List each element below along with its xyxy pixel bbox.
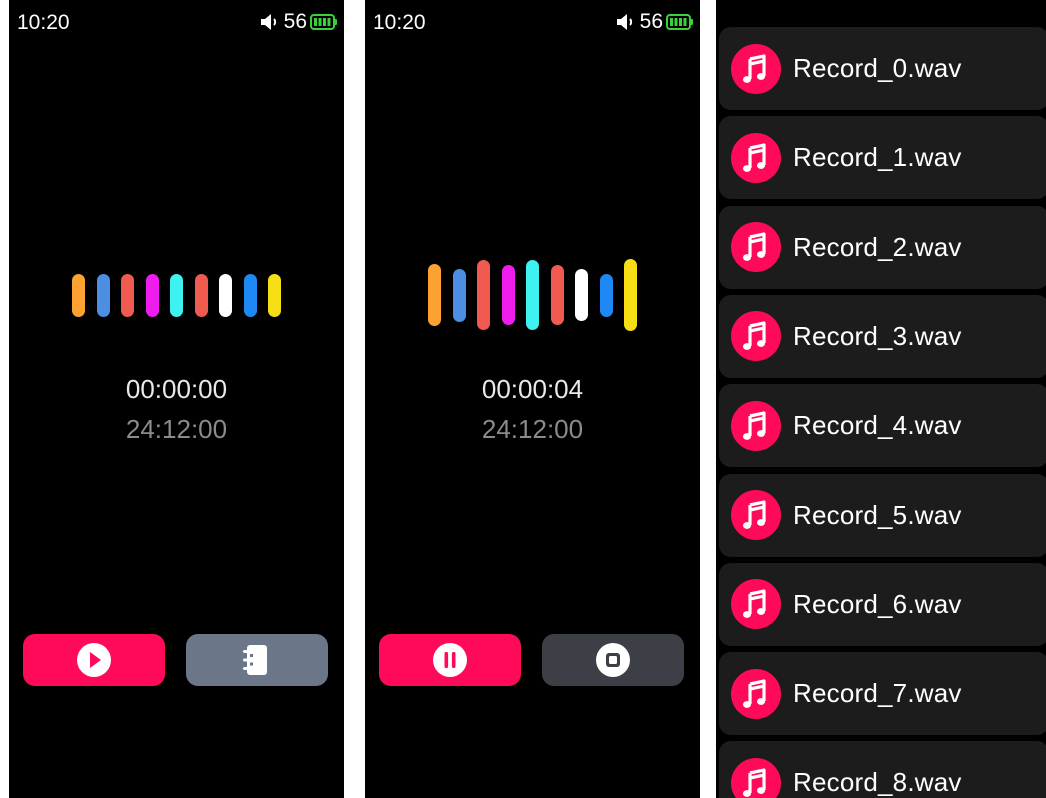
- list-icon: [243, 645, 267, 675]
- play-icon: [77, 643, 111, 677]
- status-indicators: 56: [259, 10, 338, 34]
- status-indicators: 56: [615, 10, 694, 34]
- music-note-icon: [731, 579, 781, 630]
- music-note-icon: [731, 132, 781, 183]
- recordings-list-button[interactable]: [186, 634, 328, 686]
- music-note-icon: [731, 757, 781, 798]
- status-bar: 10:20 56: [365, 0, 700, 44]
- recording-file-name: Record_1.wav: [793, 142, 962, 173]
- recording-file-name: Record_5.wav: [793, 499, 962, 530]
- waveform-bar: [170, 273, 183, 317]
- status-clock: 10:20: [17, 11, 70, 34]
- waveform: [365, 240, 700, 340]
- battery-icon: [310, 14, 337, 30]
- volume-level: 56: [639, 10, 663, 33]
- battery-icon: [666, 14, 693, 30]
- recording-item[interactable]: Record_1.wav: [719, 116, 1046, 200]
- waveform-bar: [428, 264, 441, 326]
- elapsed-time: 00:00:04: [481, 374, 584, 404]
- stop-button[interactable]: [542, 634, 684, 686]
- play-button[interactable]: [23, 634, 165, 686]
- waveform-bar: [599, 273, 613, 317]
- waveform-bar: [145, 273, 159, 317]
- recorder-recording-screen: 10:20 56 00:00:04 24:12:00: [365, 0, 700, 798]
- waveform-bar: [624, 259, 637, 331]
- waveform-bar: [477, 260, 490, 330]
- music-note-icon: [731, 400, 781, 451]
- status-bar: 10:20 56: [9, 0, 344, 44]
- remaining-time: 24:12:00: [125, 414, 228, 444]
- waveform-bar: [575, 269, 588, 321]
- recording-file-name: Record_2.wav: [793, 231, 962, 262]
- recording-item[interactable]: Record_2.wav: [719, 205, 1046, 289]
- pause-button[interactable]: [379, 634, 521, 686]
- recording-file-name: Record_3.wav: [793, 320, 962, 351]
- speaker-icon: [616, 14, 632, 30]
- waveform-bar: [501, 265, 515, 325]
- recording-item[interactable]: Record_6.wav: [719, 562, 1046, 646]
- recording-item[interactable]: Record_3.wav: [719, 294, 1046, 378]
- waveform-bar: [96, 273, 110, 317]
- music-note-icon: [731, 43, 781, 94]
- music-note-icon: [731, 490, 781, 540]
- volume-level: 56: [283, 10, 307, 33]
- recordings-list-screen: Record_0.wav Record_1.wav Record_2.wav Reco…: [716, 0, 1046, 798]
- music-note-icon: [731, 668, 781, 719]
- recording-file-name: Record_6.wav: [793, 588, 962, 619]
- waveform-bar: [72, 273, 85, 317]
- waveform-bar: [526, 260, 539, 330]
- music-note-icon: [731, 222, 781, 273]
- waveform-bar: [268, 273, 281, 317]
- recording-file-name: Record_8.wav: [793, 767, 962, 798]
- recording-item[interactable]: Record_5.wav: [719, 473, 1046, 557]
- waveform-bar: [243, 273, 257, 317]
- elapsed-time: 00:00:00: [125, 374, 228, 404]
- remaining-time: 24:12:00: [481, 414, 584, 444]
- waveform-bar: [194, 273, 208, 317]
- pause-icon: [433, 643, 467, 677]
- waveform-bar: [219, 273, 232, 317]
- recorder-idle-screen: 10:20 56 00:00:00 24:12:00: [9, 0, 344, 798]
- speaker-icon: [260, 14, 276, 30]
- waveform: [9, 240, 344, 340]
- recording-item[interactable]: Record_0.wav: [719, 27, 1046, 110]
- waveform-bar: [452, 268, 466, 322]
- recording-file-name: Record_7.wav: [793, 678, 962, 709]
- recording-file-name: Record_0.wav: [793, 53, 962, 83]
- stop-icon: [596, 643, 630, 677]
- music-note-icon: [731, 311, 781, 362]
- waveform-bar: [550, 265, 564, 325]
- recording-item[interactable]: Record_7.wav: [719, 652, 1046, 736]
- recording-file-name: Record_4.wav: [793, 410, 962, 441]
- recording-item[interactable]: Record_8.wav: [719, 741, 1046, 798]
- status-clock: 10:20: [373, 11, 426, 34]
- waveform-bar: [121, 273, 134, 317]
- recording-item[interactable]: Record_4.wav: [719, 384, 1046, 468]
